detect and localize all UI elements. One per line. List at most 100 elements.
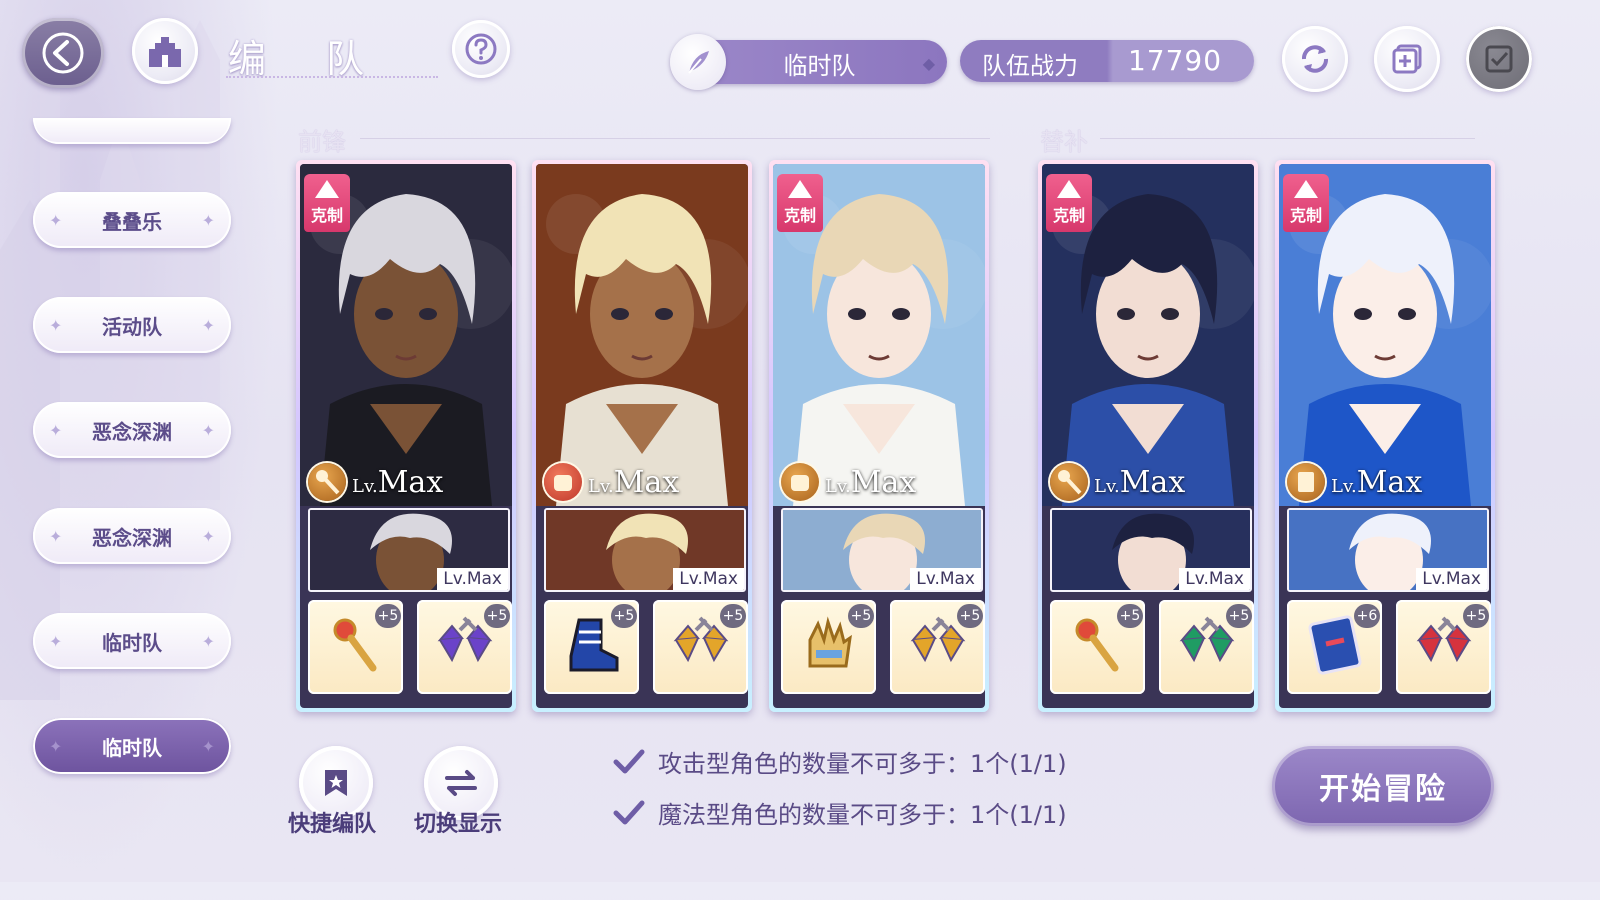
equipment-slot[interactable]: +5 xyxy=(1050,600,1145,694)
equipment-slot[interactable]: +5 xyxy=(1159,600,1254,694)
level-value: Max xyxy=(1119,464,1186,500)
level-value: Max xyxy=(1356,464,1423,500)
warning-triangle-icon xyxy=(1294,180,1318,198)
add-team-button[interactable] xyxy=(1374,26,1440,92)
sidebar-item-1[interactable]: ✦ 叠叠乐 ✦ xyxy=(33,192,231,248)
restrain-badge: 克制 xyxy=(304,174,350,232)
dropdown-dot-icon: ◆ xyxy=(922,54,935,73)
add-square-icon xyxy=(1392,44,1422,74)
level-text: Lv.Max xyxy=(588,465,679,500)
refresh-icon xyxy=(1302,45,1328,73)
level-value: Max xyxy=(613,464,680,500)
sidebar-item-hidden[interactable] xyxy=(33,118,231,144)
support-character-slot[interactable]: Lv.Max xyxy=(544,508,746,592)
back-arrow-icon xyxy=(42,32,84,74)
character-card[interactable]: 克制 Lv.Max Lv.Max +5 +5 xyxy=(769,160,989,712)
restrain-badge: 克制 xyxy=(1283,174,1329,232)
sidebar-item-6-active[interactable]: ✦ 临时队 ✦ xyxy=(33,718,231,774)
fist-class-icon xyxy=(781,463,819,501)
divider xyxy=(1100,138,1475,139)
equipment-slot[interactable]: +5 xyxy=(1396,600,1491,694)
warning-triangle-icon xyxy=(315,180,339,198)
sidebar-item-4[interactable]: ✦ 恶念深渊 ✦ xyxy=(33,508,231,564)
check-icon xyxy=(613,749,645,773)
start-adventure-button[interactable]: 开始冒险 xyxy=(1272,746,1494,826)
character-card[interactable]: 克制 Lv.Max Lv.Max +5 +5 xyxy=(1038,160,1258,712)
switch-display-label: 切换显示 xyxy=(414,812,503,837)
support-character-slot[interactable]: Lv.Max xyxy=(1287,508,1489,592)
equipment-slot[interactable]: +5 xyxy=(308,600,403,694)
title-underline xyxy=(226,58,438,78)
book-class-icon xyxy=(1287,463,1325,501)
restrain-text: 克制 xyxy=(1289,206,1322,225)
sidebar-item-5[interactable]: ✦ 临时队 ✦ xyxy=(33,613,231,669)
level-row: Lv.Max xyxy=(308,462,443,502)
card-inner: 克制 Lv.Max Lv.Max +5 +5 xyxy=(1042,164,1254,708)
help-button[interactable] xyxy=(452,20,510,78)
star-icon: ✦ xyxy=(49,526,63,546)
character-card[interactable]: 克制 Lv.Max Lv.Max +5 +5 xyxy=(296,160,516,712)
enhance-level: +5 xyxy=(375,604,401,628)
level-text: Lv.Max xyxy=(825,465,916,500)
sidebar-item-3[interactable]: ✦ 恶念深渊 ✦ xyxy=(33,402,231,458)
support-level: Lv.Max xyxy=(1416,568,1487,590)
card-inner: 克制 Lv.Max Lv.Max +6 +5 xyxy=(1279,164,1491,708)
star-icon: ✦ xyxy=(201,526,215,546)
level-text: Lv.Max xyxy=(1094,465,1185,500)
level-value: Max xyxy=(377,464,444,500)
equipment-row: +5 +5 xyxy=(781,600,985,694)
back-button[interactable] xyxy=(22,18,104,88)
character-card[interactable]: Lv.Max Lv.Max +5 +5 xyxy=(532,160,752,712)
star-icon: ✦ xyxy=(201,736,215,756)
level-row: Lv.Max xyxy=(781,462,916,502)
enhance-level: +5 xyxy=(611,604,637,628)
enhance-level: +5 xyxy=(1226,604,1252,628)
team-power: 队伍战力 17790 xyxy=(960,40,1254,82)
card-inner: 克制 Lv.Max Lv.Max +5 +5 xyxy=(773,164,985,708)
equipment-slot[interactable]: +5 xyxy=(417,600,512,694)
star-bookmark-icon xyxy=(325,770,347,796)
restrain-badge: 克制 xyxy=(1046,174,1092,232)
warning-triangle-icon xyxy=(788,180,812,198)
level-text: Lv.Max xyxy=(1331,465,1422,500)
equipment-slot[interactable]: +5 xyxy=(781,600,876,694)
sidebar-item-label: 临时队 xyxy=(102,735,162,760)
equipment-slot[interactable]: +6 xyxy=(1287,600,1382,694)
warning-triangle-icon xyxy=(1057,180,1081,198)
restrain-badge: 克制 xyxy=(777,174,823,232)
star-icon: ✦ xyxy=(201,631,215,651)
switch-arrows-icon xyxy=(445,770,477,796)
star-icon: ✦ xyxy=(201,315,215,335)
equipment-slot[interactable]: +5 xyxy=(890,600,985,694)
star-icon: ✦ xyxy=(201,420,215,440)
level-prefix: Lv. xyxy=(1331,475,1357,497)
home-button[interactable] xyxy=(132,18,198,84)
level-value: Max xyxy=(850,464,917,500)
support-character-slot[interactable]: Lv.Max xyxy=(308,508,510,592)
equipment-row: +5 +5 xyxy=(544,600,748,694)
staff-class-icon xyxy=(1050,463,1088,501)
enhance-level: +6 xyxy=(1354,604,1380,628)
support-character-slot[interactable]: Lv.Max xyxy=(781,508,983,592)
equipment-row: +5 +5 xyxy=(308,600,512,694)
sidebar-item-2[interactable]: ✦ 活动队 ✦ xyxy=(33,297,231,353)
support-character-slot[interactable]: Lv.Max xyxy=(1050,508,1252,592)
star-icon: ✦ xyxy=(49,631,63,651)
equipment-slot[interactable]: +5 xyxy=(653,600,748,694)
level-text: Lv.Max xyxy=(352,465,443,500)
support-level: Lv.Max xyxy=(437,568,508,590)
card-inner: 克制 Lv.Max Lv.Max +5 +5 xyxy=(300,164,512,708)
star-icon: ✦ xyxy=(49,210,63,230)
refresh-button[interactable] xyxy=(1282,26,1348,92)
confirm-button[interactable] xyxy=(1466,26,1532,92)
support-level: Lv.Max xyxy=(1179,568,1250,590)
star-icon: ✦ xyxy=(201,210,215,230)
card-inner: Lv.Max Lv.Max +5 +5 xyxy=(536,164,748,708)
enhance-level: +5 xyxy=(1463,604,1489,628)
support-level: Lv.Max xyxy=(910,568,981,590)
level-row: Lv.Max xyxy=(1050,462,1185,502)
castle-home-icon xyxy=(149,37,181,67)
team-name-selector[interactable]: 临时队 ◆ xyxy=(670,34,947,90)
equipment-slot[interactable]: +5 xyxy=(544,600,639,694)
character-card[interactable]: 克制 Lv.Max Lv.Max +6 +5 xyxy=(1275,160,1495,712)
